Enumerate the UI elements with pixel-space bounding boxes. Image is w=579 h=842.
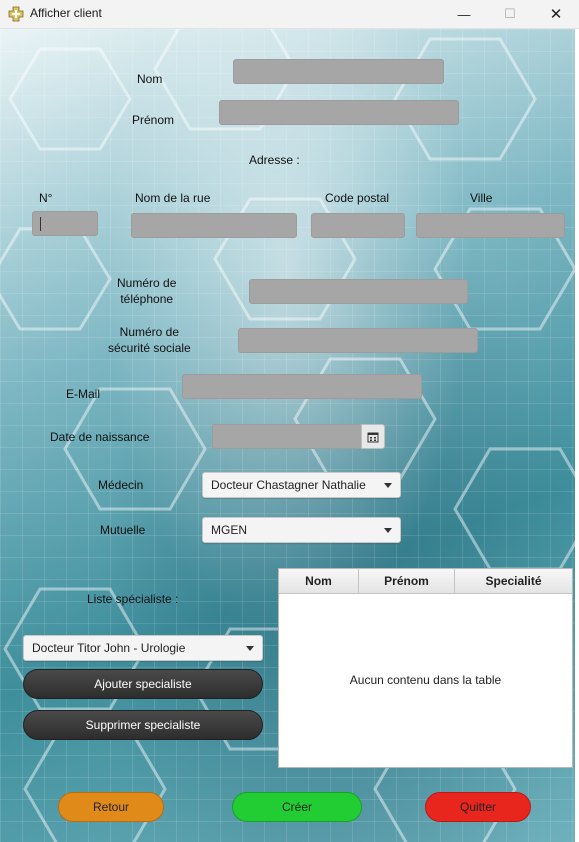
specialiste-label: Liste spécialiste : — [87, 592, 179, 606]
chevron-down-icon — [384, 483, 392, 488]
rue-label: Nom de la rue — [135, 191, 211, 205]
maximize-icon: ☐ — [504, 6, 516, 21]
secu-field[interactable] — [238, 328, 478, 353]
mutuelle-select[interactable]: MGEN — [202, 517, 401, 543]
close-button[interactable]: ✕ — [533, 0, 579, 28]
naissance-field[interactable] — [212, 424, 362, 449]
prenom-label: Prénom — [132, 113, 175, 127]
medical-cross-icon — [8, 6, 24, 22]
medecin-selected-value: Docteur Chastagner Nathalie — [211, 478, 366, 492]
date-picker-button[interactable] — [361, 424, 385, 449]
quitter-button[interactable]: Quitter — [425, 792, 531, 822]
secu-label: Numéro de sécurité sociale — [108, 324, 191, 356]
minimize-button[interactable]: — — [441, 0, 487, 28]
code-postal-label: Code postal — [325, 191, 390, 205]
specialiste-selected-value: Docteur Titor John - Urologie — [32, 641, 186, 655]
close-icon: ✕ — [549, 6, 563, 23]
telephone-field[interactable] — [249, 279, 468, 304]
email-label: E-Mail — [66, 387, 101, 401]
chevron-down-icon — [384, 528, 392, 533]
ajouter-specialiste-button[interactable]: Ajouter specialiste — [23, 669, 263, 699]
table-header: Nom Prénom Specialité — [279, 569, 572, 594]
mutuelle-label: Mutuelle — [100, 523, 146, 537]
column-header-nom[interactable]: Nom — [279, 569, 359, 593]
telephone-label-line2: téléphone — [120, 292, 174, 306]
secu-label-line2: sécurité sociale — [108, 341, 191, 355]
code-postal-field[interactable] — [311, 213, 405, 238]
adresse-label: Adresse : — [249, 153, 300, 167]
prenom-field[interactable] — [219, 100, 459, 125]
ville-label: Ville — [470, 191, 493, 205]
secu-label-line1: Numéro de — [119, 325, 180, 339]
window-border — [575, 29, 579, 842]
calendar-icon — [367, 432, 379, 442]
window-title: Afficher client — [30, 6, 102, 20]
creer-button[interactable]: Créer — [232, 792, 362, 822]
column-header-specialite[interactable]: Specialité — [455, 569, 572, 593]
mutuelle-selected-value: MGEN — [211, 523, 247, 537]
retour-button[interactable]: Retour — [58, 792, 164, 822]
medecin-label: Médecin — [98, 478, 144, 492]
text-caret — [40, 217, 41, 231]
nom-field[interactable] — [233, 59, 444, 84]
email-field[interactable] — [182, 374, 422, 399]
medecin-select[interactable]: Docteur Chastagner Nathalie — [202, 472, 401, 498]
numero-field[interactable] — [32, 211, 98, 236]
table-empty-message: Aucun contenu dans la table — [349, 673, 502, 687]
naissance-label: Date de naissance — [50, 430, 150, 444]
specialiste-table[interactable]: Nom Prénom Specialité Aucun contenu dans… — [278, 568, 573, 768]
title-bar: Afficher client — ☐ ✕ — [0, 0, 579, 29]
specialiste-select[interactable]: Docteur Titor John - Urologie — [23, 635, 263, 661]
nom-label: Nom — [137, 72, 163, 86]
telephone-label: Numéro de téléphone — [117, 275, 176, 307]
form-panel: Nom Prénom Adresse : N° Nom de la rue Co… — [0, 29, 575, 842]
numero-label: N° — [39, 191, 53, 205]
rue-field[interactable] — [131, 213, 297, 238]
maximize-button[interactable]: ☐ — [487, 0, 533, 28]
column-header-prenom[interactable]: Prénom — [359, 569, 455, 593]
chevron-down-icon — [246, 646, 254, 651]
minimize-icon: — — [457, 6, 471, 22]
ville-field[interactable] — [416, 213, 565, 238]
telephone-label-line1: Numéro de — [117, 276, 177, 290]
supprimer-specialiste-button[interactable]: Supprimer specialiste — [23, 710, 263, 740]
